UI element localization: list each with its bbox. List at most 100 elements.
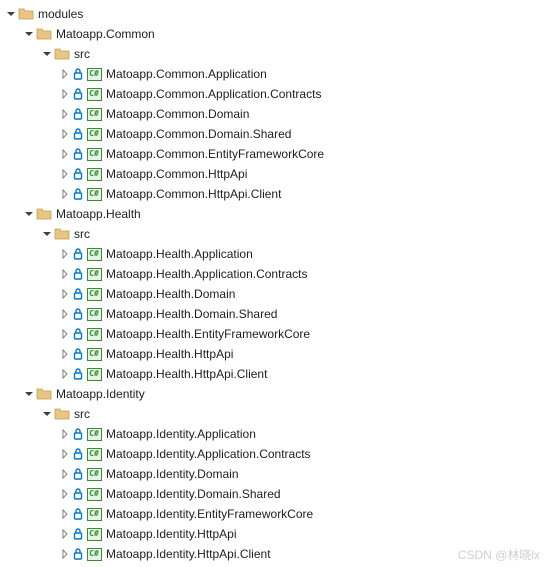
project-label[interactable]: Matoapp.Health.HttpApi.Client	[106, 364, 267, 384]
lock-icon	[72, 147, 84, 161]
project-label[interactable]: Matoapp.Health.HttpApi	[106, 344, 233, 364]
folder-icon	[36, 386, 52, 402]
csharp-project-icon: C#	[86, 127, 102, 141]
expand-toggle-icon[interactable]	[58, 67, 72, 81]
lock-icon	[72, 427, 84, 441]
project-label[interactable]: Matoapp.Health.Application	[106, 244, 253, 264]
folder-icon	[54, 226, 70, 242]
expand-toggle-icon[interactable]	[58, 127, 72, 141]
csharp-project-icon: C#	[86, 247, 102, 261]
project-label[interactable]: Matoapp.Identity.HttpApi	[106, 524, 237, 544]
expand-toggle-icon[interactable]	[58, 147, 72, 161]
lock-icon	[72, 267, 84, 281]
project-label[interactable]: Matoapp.Identity.Application	[106, 424, 256, 444]
expand-toggle-icon[interactable]	[4, 7, 18, 21]
lock-icon	[72, 327, 84, 341]
lock-icon	[72, 367, 84, 381]
lock-icon	[72, 507, 84, 521]
expand-toggle-icon[interactable]	[40, 47, 54, 61]
expand-toggle-icon[interactable]	[58, 107, 72, 121]
folder-label[interactable]: modules	[38, 4, 83, 24]
expand-toggle-icon[interactable]	[58, 247, 72, 261]
expand-toggle-icon[interactable]	[22, 27, 36, 41]
expand-toggle-icon[interactable]	[58, 327, 72, 341]
csharp-project-icon: C#	[86, 167, 102, 181]
expand-toggle-icon[interactable]	[58, 367, 72, 381]
project-label[interactable]: Matoapp.Health.Domain	[106, 284, 235, 304]
csharp-project-icon: C#	[86, 347, 102, 361]
project-label[interactable]: Matoapp.Health.EntityFrameworkCore	[106, 324, 310, 344]
project-label[interactable]: Matoapp.Common.Application.Contracts	[106, 84, 321, 104]
expand-toggle-icon[interactable]	[40, 407, 54, 421]
expand-toggle-icon[interactable]	[58, 447, 72, 461]
expand-toggle-icon[interactable]	[58, 167, 72, 181]
project-label[interactable]: Matoapp.Health.Application.Contracts	[106, 264, 307, 284]
project-label[interactable]: Matoapp.Common.HttpApi	[106, 164, 247, 184]
project-label[interactable]: Matoapp.Identity.Domain	[106, 464, 239, 484]
folder-icon	[18, 6, 34, 22]
src-folder-label[interactable]: src	[74, 44, 90, 64]
lock-icon	[72, 447, 84, 461]
expand-toggle-icon[interactable]	[58, 487, 72, 501]
csharp-project-icon: C#	[86, 307, 102, 321]
lock-icon	[72, 127, 84, 141]
csharp-project-icon: C#	[86, 267, 102, 281]
csharp-project-icon: C#	[86, 467, 102, 481]
lock-icon	[72, 527, 84, 541]
expand-toggle-icon[interactable]	[58, 347, 72, 361]
expand-toggle-icon[interactable]	[22, 387, 36, 401]
csharp-project-icon: C#	[86, 487, 102, 501]
project-label[interactable]: Matoapp.Common.HttpApi.Client	[106, 184, 281, 204]
project-label[interactable]: Matoapp.Identity.Application.Contracts	[106, 444, 311, 464]
lock-icon	[72, 107, 84, 121]
project-label[interactable]: Matoapp.Identity.Domain.Shared	[106, 484, 281, 504]
expand-toggle-icon[interactable]	[58, 87, 72, 101]
lock-icon	[72, 307, 84, 321]
expand-toggle-icon[interactable]	[58, 547, 72, 561]
csharp-project-icon: C#	[86, 427, 102, 441]
csharp-project-icon: C#	[86, 147, 102, 161]
solution-folder-label[interactable]: Matoapp.Health	[56, 204, 141, 224]
csharp-project-icon: C#	[86, 447, 102, 461]
csharp-project-icon: C#	[86, 107, 102, 121]
src-folder-label[interactable]: src	[74, 404, 90, 424]
expand-toggle-icon[interactable]	[58, 307, 72, 321]
expand-toggle-icon[interactable]	[40, 227, 54, 241]
lock-icon	[72, 347, 84, 361]
expand-toggle-icon[interactable]	[58, 187, 72, 201]
folder-icon	[54, 406, 70, 422]
lock-icon	[72, 547, 84, 561]
lock-icon	[72, 87, 84, 101]
csharp-project-icon: C#	[86, 367, 102, 381]
solution-tree: modulesMatoapp.CommonsrcC#Matoapp.Common…	[4, 4, 546, 564]
lock-icon	[72, 67, 84, 81]
expand-toggle-icon[interactable]	[22, 207, 36, 221]
lock-icon	[72, 487, 84, 501]
project-label[interactable]: Matoapp.Common.EntityFrameworkCore	[106, 144, 324, 164]
project-label[interactable]: Matoapp.Common.Domain	[106, 104, 249, 124]
csharp-project-icon: C#	[86, 507, 102, 521]
project-label[interactable]: Matoapp.Identity.EntityFrameworkCore	[106, 504, 313, 524]
csharp-project-icon: C#	[86, 87, 102, 101]
project-label[interactable]: Matoapp.Identity.HttpApi.Client	[106, 544, 271, 564]
src-folder-label[interactable]: src	[74, 224, 90, 244]
expand-toggle-icon[interactable]	[58, 427, 72, 441]
csharp-project-icon: C#	[86, 547, 102, 561]
expand-toggle-icon[interactable]	[58, 287, 72, 301]
project-label[interactable]: Matoapp.Common.Domain.Shared	[106, 124, 291, 144]
solution-folder-label[interactable]: Matoapp.Common	[56, 24, 155, 44]
solution-folder-label[interactable]: Matoapp.Identity	[56, 384, 145, 404]
csharp-project-icon: C#	[86, 287, 102, 301]
project-label[interactable]: Matoapp.Health.Domain.Shared	[106, 304, 277, 324]
expand-toggle-icon[interactable]	[58, 527, 72, 541]
csharp-project-icon: C#	[86, 527, 102, 541]
lock-icon	[72, 247, 84, 261]
expand-toggle-icon[interactable]	[58, 507, 72, 521]
csharp-project-icon: C#	[86, 67, 102, 81]
folder-icon	[36, 26, 52, 42]
folder-icon	[36, 206, 52, 222]
expand-toggle-icon[interactable]	[58, 267, 72, 281]
expand-toggle-icon[interactable]	[58, 467, 72, 481]
lock-icon	[72, 287, 84, 301]
project-label[interactable]: Matoapp.Common.Application	[106, 64, 267, 84]
